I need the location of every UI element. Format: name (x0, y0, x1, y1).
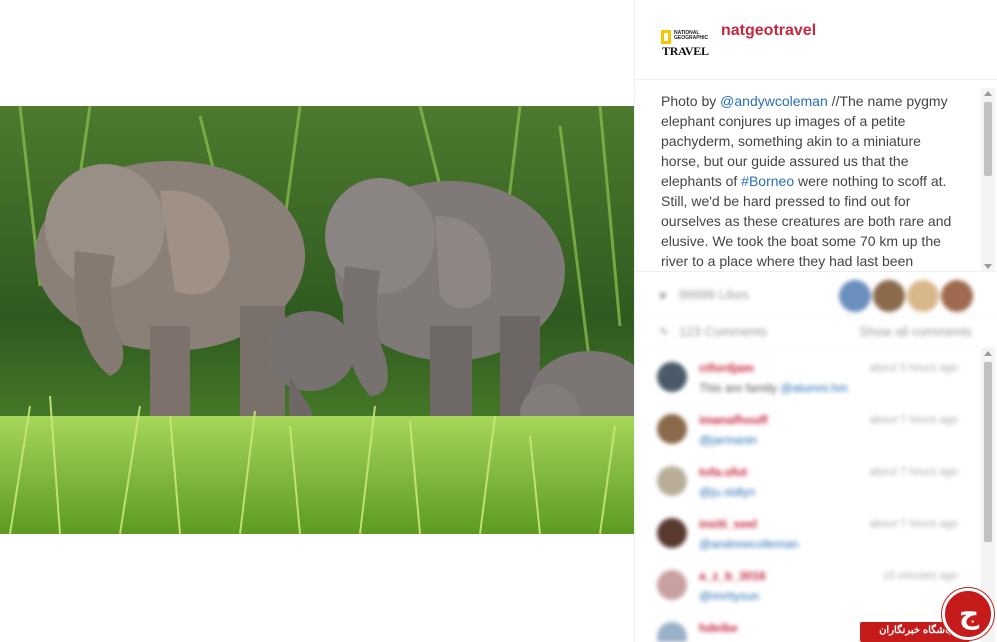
comment-icon: ✎ (659, 325, 670, 339)
photo-area (0, 0, 634, 642)
comment-item: insiti_seel @andrewcolleman about 7 hour… (635, 506, 997, 558)
scroll-down-arrow-icon[interactable] (984, 264, 992, 269)
avatar[interactable] (839, 280, 871, 312)
watermark-circle: ج (942, 588, 994, 640)
comment-mention[interactable]: @andrewcolleman (699, 537, 799, 551)
avatar[interactable] (657, 466, 687, 496)
comment-mention[interactable]: @jarmanin (699, 433, 757, 447)
comment-text: @ju.stdlyn (699, 485, 755, 499)
comment-author[interactable]: insiti_seel (699, 517, 757, 531)
comment-time: about 7 hours ago (869, 414, 958, 426)
comment-time: about 7 hours ago (869, 466, 958, 478)
caption-mention-link[interactable]: @andywcoleman (720, 93, 828, 109)
watermark-glyph: ج (959, 597, 980, 630)
comment-author[interactable]: ctfordjam (699, 361, 754, 375)
avatar[interactable] (657, 414, 687, 444)
comment-author[interactable]: tofa.ufut (699, 465, 747, 479)
username-link[interactable]: natgeotravel (721, 22, 816, 40)
comments-count: 123 Comments (679, 324, 768, 339)
avatar[interactable] (657, 570, 687, 600)
avatar[interactable] (657, 622, 687, 642)
comments-scroll-thumb[interactable] (984, 362, 992, 542)
comments-header: ✎ 123 Comments Show all comments (635, 316, 997, 348)
caption-prefix: Photo by (661, 93, 721, 109)
post-photo[interactable] (0, 106, 634, 534)
natgeo-travel-logo[interactable]: NATIONAL GEOGRAPHIC TRAVEL (661, 30, 709, 58)
comment-text: @jarmanin (699, 433, 757, 447)
comment-author[interactable]: hdeibe (699, 621, 738, 635)
caption-scroll-thumb[interactable] (984, 102, 992, 176)
avatar[interactable] (873, 280, 905, 312)
post-header: NATIONAL GEOGRAPHIC TRAVEL natgeotravel (635, 0, 997, 80)
caption-box: Photo by @andywcoleman //The name pygmy … (635, 86, 997, 272)
logo-main-text: TRAVEL (662, 44, 709, 58)
heart-icon[interactable]: ♥ (659, 288, 667, 303)
avatar[interactable] (907, 280, 939, 312)
comment-item: imanafhouff @jarmanin about 7 hours ago (635, 402, 997, 454)
comment-mention[interactable]: @imritysun (699, 589, 759, 603)
elephants-photo (0, 106, 634, 534)
comment-text: @imritysun (699, 589, 759, 603)
comment-item: tofa.ufut @ju.stdlyn about 7 hours ago (635, 454, 997, 506)
comment-author[interactable]: imanafhouff (699, 413, 768, 427)
scroll-up-arrow-icon[interactable] (984, 91, 992, 96)
comment-time: about 7 hours ago (869, 518, 958, 530)
avatar[interactable] (657, 362, 687, 392)
comment-time: about 5 hours ago (869, 362, 958, 374)
likes-count[interactable]: 99999 Likes (679, 287, 749, 302)
comment-time: 15 minutes ago (882, 570, 958, 582)
likes-row: ♥ 99999 Likes (635, 274, 997, 316)
watermark-logo: باشگاه خبرنگاران ج (860, 586, 997, 642)
caption-scrollbar[interactable] (981, 88, 995, 272)
page: NATIONAL GEOGRAPHIC TRAVEL natgeotravel … (0, 0, 997, 642)
scroll-up-arrow-icon[interactable] (984, 351, 992, 356)
post-side-panel: NATIONAL GEOGRAPHIC TRAVEL natgeotravel … (634, 0, 997, 642)
comment-item: ctfordjam This are family @alumni.hm abo… (635, 350, 997, 402)
caption-hashtag-link[interactable]: #Borneo (741, 173, 794, 189)
caption-text: Photo by @andywcoleman //The name pygmy … (661, 91, 961, 271)
comment-mention[interactable]: @ju.stdlyn (699, 485, 755, 499)
show-all-comments-link[interactable]: Show all comments (859, 324, 972, 339)
logo-top-text: NATIONAL GEOGRAPHIC (674, 30, 709, 41)
comment-author[interactable]: a_z_b_3016 (699, 569, 766, 583)
comment-text: This are family @alumni.hm (699, 381, 848, 395)
yellow-frame-icon (661, 30, 671, 44)
comment-mention[interactable]: @alumni.hm (780, 381, 848, 395)
avatar[interactable] (941, 280, 973, 312)
comment-text: @andrewcolleman (699, 537, 799, 551)
comment-prefix: This are family (699, 381, 781, 395)
avatar[interactable] (657, 518, 687, 548)
